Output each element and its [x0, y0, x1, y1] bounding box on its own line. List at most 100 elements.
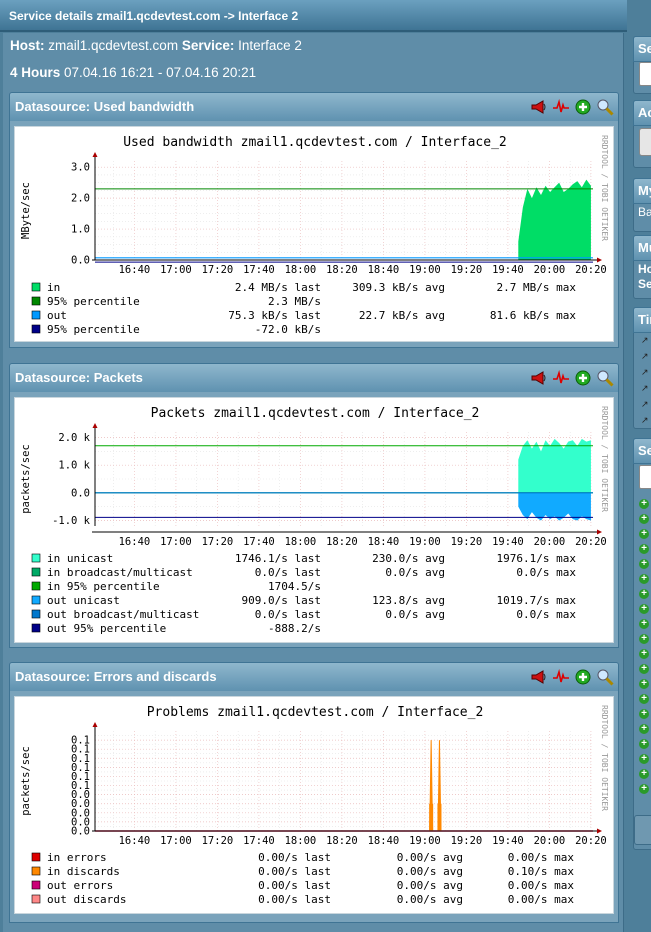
- y-tick-label: 1.0: [71, 224, 90, 236]
- zoom-icon[interactable]: [596, 369, 614, 387]
- add-icon[interactable]: +: [639, 724, 649, 734]
- add-icon[interactable]: +: [639, 499, 649, 509]
- legend-swatch: [31, 609, 41, 619]
- sidebar-search-input[interactable]: [639, 465, 651, 489]
- legend-avg: 0.0/s avg: [385, 566, 445, 579]
- legend-label: in discards: [47, 865, 120, 878]
- add-icon[interactable]: +: [639, 679, 649, 689]
- sidebar-text[interactable]: Ba: [638, 205, 651, 219]
- x-axis-arrow: [597, 257, 602, 263]
- legend-last: 2.3 MB/s: [268, 295, 321, 308]
- legend-last: 2.4 MB/s last: [235, 281, 321, 294]
- sidebar-link-arrow[interactable]: ↗: [641, 335, 649, 346]
- x-tick-label: 17:20: [202, 835, 234, 847]
- chart-bandwidth: Used bandwidth zmail1.qcdevtest.com / In…: [20, 135, 609, 336]
- y-tick-label: 0.0: [71, 255, 90, 267]
- sidebar-link-arrow[interactable]: ↗: [641, 367, 649, 378]
- legend-avg: 123.8/s avg: [372, 594, 445, 607]
- series-area: [518, 438, 591, 493]
- sidebar-header[interactable]: My: [633, 178, 651, 204]
- add-icon[interactable]: +: [639, 634, 649, 644]
- add-icon[interactable]: +: [639, 604, 649, 614]
- legend-avg: 230.0/s avg: [372, 552, 445, 565]
- x-tick-label: 20:20: [575, 536, 607, 548]
- legend-label: out 95% percentile: [47, 622, 166, 635]
- sidebar-link-arrow[interactable]: ↗: [641, 415, 649, 426]
- add-icon[interactable]: +: [639, 574, 649, 584]
- add-icon[interactable]: +: [639, 694, 649, 704]
- sidebar-header-label: Tir: [638, 312, 651, 327]
- sidebar-header[interactable]: Ac: [633, 100, 651, 126]
- sidebar-header[interactable]: Se: [633, 438, 651, 464]
- add-icon[interactable]: +: [639, 784, 649, 794]
- sidebar-text[interactable]: Ho: [638, 262, 651, 276]
- window-title: Service details zmail1.qcdevtest.com -> …: [9, 9, 299, 23]
- add-icon[interactable]: +: [639, 529, 649, 539]
- sidebar-header-label: Mu: [638, 240, 651, 255]
- sidebar-link-arrow[interactable]: ↗: [641, 351, 649, 362]
- legend-swatch: [31, 894, 41, 904]
- graph-packets[interactable]: Packets zmail1.qcdevtest.com / Interface…: [14, 397, 614, 643]
- add-icon[interactable]: +: [639, 754, 649, 764]
- add-icon[interactable]: [574, 668, 592, 686]
- x-tick-label: 17:20: [202, 264, 234, 276]
- notify-icon[interactable]: [530, 668, 548, 686]
- x-tick-label: 17:40: [243, 264, 275, 276]
- service-value: Interface 2: [238, 38, 302, 53]
- sidebar-header[interactable]: Tir: [633, 307, 651, 333]
- sidebar-link-arrow[interactable]: ↗: [641, 399, 649, 410]
- add-icon[interactable]: +: [639, 739, 649, 749]
- add-icon[interactable]: +: [639, 664, 649, 674]
- graph-icon[interactable]: [552, 668, 570, 686]
- sidebar-link-arrow[interactable]: ↗: [641, 383, 649, 394]
- add-icon[interactable]: +: [639, 589, 649, 599]
- add-icon[interactable]: [574, 369, 592, 387]
- legend-swatch: [31, 282, 41, 292]
- panel-icons: [530, 668, 614, 686]
- add-icon[interactable]: +: [639, 619, 649, 629]
- notify-icon[interactable]: [530, 98, 548, 116]
- add-icon[interactable]: +: [639, 544, 649, 554]
- x-tick-label: 20:20: [575, 835, 607, 847]
- x-tick-label: 18:00: [285, 835, 317, 847]
- panel-header-bandwidth: Datasource: Used bandwidth: [9, 92, 619, 122]
- legend-swatch: [31, 296, 41, 306]
- chart-title: Used bandwidth zmail1.qcdevtest.com / In…: [123, 135, 507, 150]
- panel-header-packets: Datasource: Packets: [9, 363, 619, 393]
- sidebar-input[interactable]: [639, 62, 651, 86]
- notify-icon[interactable]: [530, 369, 548, 387]
- add-icon[interactable]: [574, 98, 592, 116]
- y-tick-label: 2.0 k: [58, 432, 90, 444]
- legend-label: in errors: [47, 851, 107, 864]
- add-icon[interactable]: +: [639, 649, 649, 659]
- sidebar-header[interactable]: Se: [633, 36, 651, 62]
- x-tick-label: 18:20: [326, 835, 358, 847]
- graph-icon[interactable]: [552, 369, 570, 387]
- x-tick-label: 17:40: [243, 536, 275, 548]
- sidebar-button[interactable]: [634, 815, 651, 845]
- legend-label: 95% percentile: [47, 295, 140, 308]
- legend-avg: 0.00/s avg: [397, 893, 463, 906]
- graph-errors[interactable]: Problems zmail1.qcdevtest.com / Interfac…: [14, 696, 614, 914]
- add-icon[interactable]: +: [639, 514, 649, 524]
- legend-max: 2.7 MB/s max: [497, 281, 577, 294]
- add-icon[interactable]: +: [639, 769, 649, 779]
- legend-label: in broadcast/multicast: [47, 566, 193, 579]
- x-tick-label: 19:20: [451, 264, 483, 276]
- zoom-icon[interactable]: [596, 98, 614, 116]
- host-label: Host:: [10, 38, 45, 53]
- sidebar-header[interactable]: Mu: [633, 235, 651, 261]
- calendar-icon[interactable]: [639, 128, 651, 156]
- sidebar-text[interactable]: Se: [638, 277, 651, 291]
- zoom-icon[interactable]: [596, 668, 614, 686]
- graph-bandwidth[interactable]: Used bandwidth zmail1.qcdevtest.com / In…: [14, 126, 614, 342]
- chart-title: Packets zmail1.qcdevtest.com / Interface…: [151, 406, 480, 421]
- graph-icon[interactable]: [552, 98, 570, 116]
- legend-last: -888.2/s: [268, 622, 321, 635]
- x-tick-label: 19:40: [492, 835, 524, 847]
- add-icon[interactable]: +: [639, 559, 649, 569]
- y-tick-label: 2.0: [71, 193, 90, 205]
- chart-packets: Packets zmail1.qcdevtest.com / Interface…: [20, 406, 609, 635]
- series-spike-base: [429, 803, 434, 831]
- add-icon[interactable]: +: [639, 709, 649, 719]
